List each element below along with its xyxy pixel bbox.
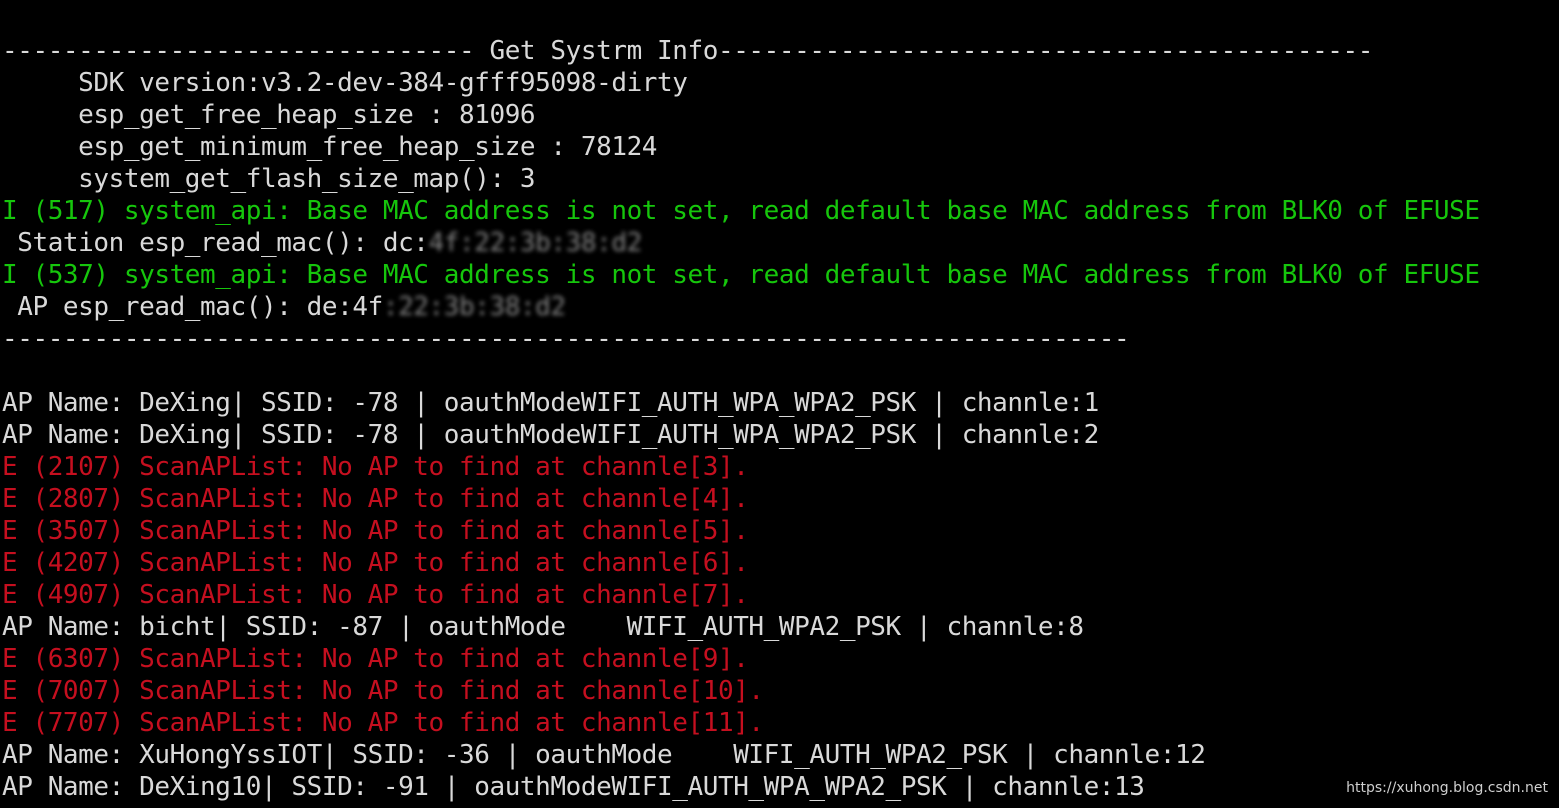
line-text: AP Name: bicht| SSID: -87 | oauthMode WI… <box>2 612 1084 642</box>
terminal-line: E (4207) ScanAPList: No AP to find at ch… <box>2 547 1559 579</box>
line-text: E (2107) ScanAPList: No AP to find at ch… <box>2 452 749 482</box>
terminal-line: esp_get_free_heap_size : 81096 <box>2 99 1559 131</box>
watermark: https://xuhong.blog.csdn.net <box>1346 780 1548 796</box>
line-text: AP Name: DeXing| SSID: -78 | oauthModeWI… <box>2 420 1099 450</box>
terminal-line: ------------------------------- Get Syst… <box>2 35 1559 67</box>
terminal-line: E (7007) ScanAPList: No AP to find at ch… <box>2 675 1559 707</box>
terminal-line: AP Name: DeXing| SSID: -78 | oauthModeWI… <box>2 419 1559 451</box>
line-text: AP esp_read_mac(): de:4f <box>2 292 383 322</box>
line-text: AP Name: XuHongYssIOT| SSID: -36 | oauth… <box>2 740 1206 770</box>
terminal-line: AP Name: DeXing10| SSID: -91 | oauthMode… <box>2 771 1559 803</box>
line-text: E (6307) ScanAPList: No AP to find at ch… <box>2 644 749 674</box>
terminal-line: E (2807) ScanAPList: No AP to find at ch… <box>2 483 1559 515</box>
line-text: esp_get_minimum_free_heap_size : 78124 <box>2 132 658 162</box>
line-text: ----------------------------------------… <box>2 324 1130 354</box>
line-text: E (3507) ScanAPList: No AP to find at ch… <box>2 516 749 546</box>
line-text: AP Name: DeXing| SSID: -78 | oauthModeWI… <box>2 388 1099 418</box>
terminal-line: E (4907) ScanAPList: No AP to find at ch… <box>2 579 1559 611</box>
line-text: ------------------------------- Get Syst… <box>2 36 1373 66</box>
redacted-mac-segment: :22:3b:38:d2 <box>382 292 566 322</box>
line-text: E (2807) ScanAPList: No AP to find at ch… <box>2 484 749 514</box>
terminal-line: AP Name: DeXing| SSID: -78 | oauthModeWI… <box>2 387 1559 419</box>
terminal-line: ----------------------------------------… <box>2 323 1559 355</box>
redacted-mac-segment: 4f:22:3b:38:d2 <box>428 228 643 258</box>
terminal-line: AP Name: XuHongYssIOT| SSID: -36 | oauth… <box>2 739 1559 771</box>
terminal-line: esp_get_minimum_free_heap_size : 78124 <box>2 131 1559 163</box>
line-text: SDK version:v3.2-dev-384-gfff95098-dirty <box>2 68 688 98</box>
line-text: E (4907) ScanAPList: No AP to find at ch… <box>2 580 749 610</box>
line-text: Station esp_read_mac(): dc: <box>2 228 429 258</box>
line-text: E (7007) ScanAPList: No AP to find at ch… <box>2 676 764 706</box>
terminal-line: system_get_flash_size_map(): 3 <box>2 163 1559 195</box>
line-text: E (4207) ScanAPList: No AP to find at ch… <box>2 548 749 578</box>
line-text: E (7707) ScanAPList: No AP to find at ch… <box>2 708 764 738</box>
terminal-line: I (537) system_api: Base MAC address is … <box>2 259 1559 291</box>
terminal-line: SDK version:v3.2-dev-384-gfff95098-dirty <box>2 67 1559 99</box>
terminal-line: E (2107) ScanAPList: No AP to find at ch… <box>2 451 1559 483</box>
line-text: I (517) system_api: Base MAC address is … <box>2 196 1480 226</box>
terminal-line: E (6307) ScanAPList: No AP to find at ch… <box>2 643 1559 675</box>
line-text: system_get_flash_size_map(): 3 <box>2 164 536 194</box>
terminal-output: ------------------------------- Get Syst… <box>2 35 1559 803</box>
line-text: esp_get_free_heap_size : 81096 <box>2 100 536 130</box>
terminal-line: E (3507) ScanAPList: No AP to find at ch… <box>2 515 1559 547</box>
terminal-line: AP Name: bicht| SSID: -87 | oauthMode WI… <box>2 611 1559 643</box>
line-text: AP Name: DeXing10| SSID: -91 | oauthMode… <box>2 772 1145 802</box>
terminal-line: E (7707) ScanAPList: No AP to find at ch… <box>2 707 1559 739</box>
terminal-line: Station esp_read_mac(): dc:4f:22:3b:38:d… <box>2 227 1559 259</box>
terminal-line: I (517) system_api: Base MAC address is … <box>2 195 1559 227</box>
terminal-line: AP esp_read_mac(): de:4f:22:3b:38:d2 <box>2 291 1559 323</box>
line-text: I (537) system_api: Base MAC address is … <box>2 260 1480 290</box>
